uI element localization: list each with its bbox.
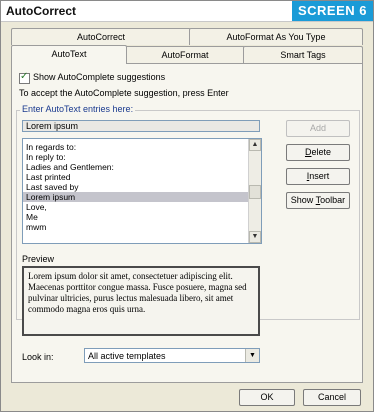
show-autocomplete-checkbox[interactable] bbox=[19, 71, 30, 84]
scroll-down-icon[interactable]: ▼ bbox=[249, 231, 261, 243]
scroll-up-icon[interactable]: ▲ bbox=[249, 139, 261, 151]
tab-autocorrect[interactable]: AutoCorrect bbox=[11, 28, 191, 45]
autotext-entries-list[interactable]: In regards to: In reply to: Ladies and G… bbox=[22, 138, 262, 244]
show-toolbar-button[interactable]: Show Toolbar bbox=[286, 192, 350, 209]
tab-label: AutoCorrect bbox=[76, 32, 126, 42]
chevron-down-icon[interactable]: ▼ bbox=[245, 349, 259, 362]
show-autocomplete-label: Show AutoComplete suggestions bbox=[33, 72, 166, 82]
tab-label: AutoFormat bbox=[161, 50, 209, 60]
list-item[interactable]: Love, bbox=[23, 202, 261, 212]
list-item[interactable]: In regards to: bbox=[23, 142, 261, 152]
ok-button[interactable]: OK bbox=[239, 389, 295, 406]
tab-label: AutoFormat As You Type bbox=[226, 32, 326, 42]
tab-autotext[interactable]: AutoText bbox=[11, 45, 127, 64]
list-item[interactable]: Me bbox=[23, 212, 261, 222]
tab-autoformat[interactable]: AutoFormat bbox=[125, 46, 245, 63]
insert-button[interactable]: Insert bbox=[286, 168, 350, 185]
list-item[interactable]: Ladies and Gentlemen: bbox=[23, 162, 261, 172]
autotext-entry-input[interactable]: Lorem ipsum bbox=[22, 120, 260, 132]
autotext-panel: Show AutoComplete suggestions To accept … bbox=[11, 63, 363, 383]
look-in-label: Look in: bbox=[22, 352, 54, 362]
add-button[interactable]: Add bbox=[286, 120, 350, 137]
list-item-selected[interactable]: Lorem ipsum bbox=[23, 192, 261, 202]
tab-smart-tags[interactable]: Smart Tags bbox=[243, 46, 363, 63]
tab-label: Smart Tags bbox=[280, 50, 326, 60]
list-scrollbar[interactable]: ▲ ▼ bbox=[248, 139, 261, 243]
list-item[interactable]: In reply to: bbox=[23, 152, 261, 162]
list-item[interactable]: Last printed bbox=[23, 172, 261, 182]
tab-label: AutoText bbox=[51, 49, 87, 59]
list-item[interactable]: mwm bbox=[23, 222, 261, 232]
delete-button[interactable]: Delete bbox=[286, 144, 350, 161]
instruction-text: To accept the AutoComplete suggestion, p… bbox=[19, 88, 229, 98]
look-in-select[interactable]: All active templates ▼ bbox=[84, 348, 260, 363]
preview-box: Lorem ipsum dolor sit amet, consectetuer… bbox=[22, 266, 260, 336]
look-in-value: All active templates bbox=[88, 351, 166, 361]
autocorrect-dialog: AutoCorrect SCREEN 6 AutoCorrect AutoFor… bbox=[0, 0, 374, 412]
tab-autoformat-as-you-type[interactable]: AutoFormat As You Type bbox=[189, 28, 363, 45]
list-item[interactable]: Last saved by bbox=[23, 182, 261, 192]
preview-label: Preview bbox=[22, 254, 55, 264]
screen-badge: SCREEN 6 bbox=[291, 1, 373, 21]
scroll-thumb[interactable] bbox=[249, 185, 261, 199]
entries-group-label: Enter AutoText entries here: bbox=[20, 104, 136, 114]
cancel-button[interactable]: Cancel bbox=[303, 389, 361, 406]
dialog-title: AutoCorrect bbox=[6, 4, 77, 18]
title-bar: AutoCorrect SCREEN 6 bbox=[1, 1, 373, 22]
